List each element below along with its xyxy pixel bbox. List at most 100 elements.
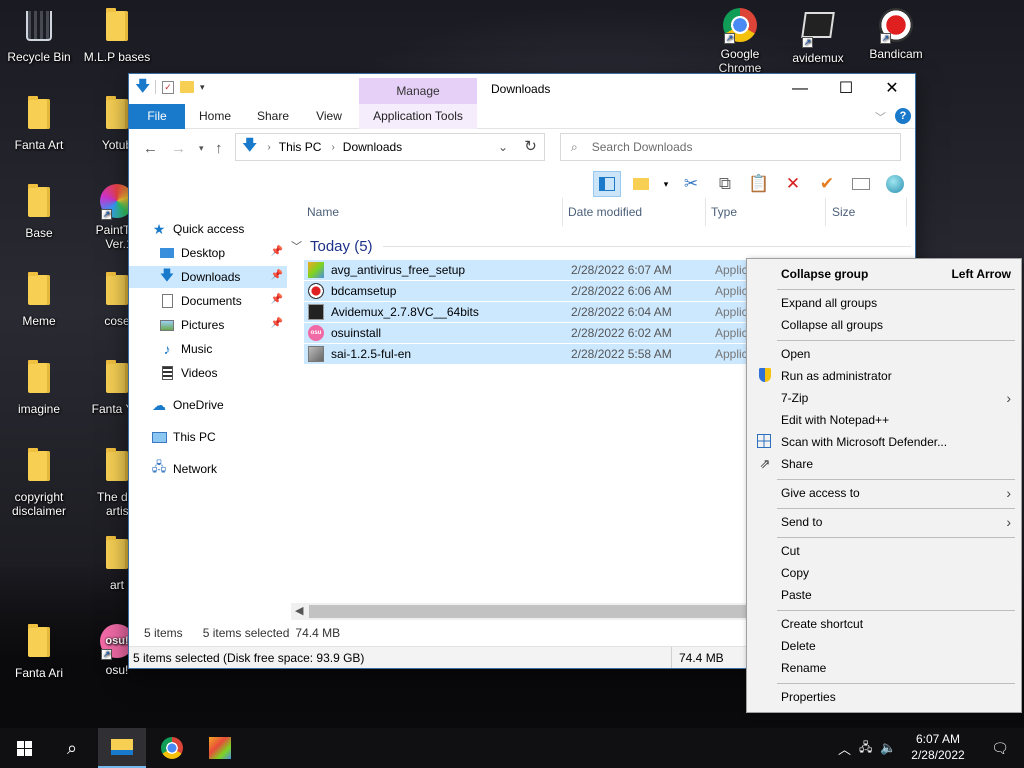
file-row[interactable]: avg_antivirus_free_setup 2/28/2022 6:07 … (304, 260, 749, 280)
desktop-icon-copyright-disclaimer[interactable]: copyright disclaimer (1, 448, 77, 518)
back-arrow-icon[interactable]: ← (143, 140, 158, 157)
column-header-size[interactable]: Size (832, 198, 907, 226)
search-input[interactable] (591, 140, 872, 154)
address-bar[interactable]: 🡇 › This PC › Downloads ⌄ (235, 133, 545, 161)
file-row[interactable]: bdcamsetup 2/28/2022 6:06 AM Applic (304, 281, 749, 301)
close-button[interactable]: ✕ (869, 74, 915, 104)
menu-item-collapse-all-groups[interactable]: Collapse all groups (747, 314, 1021, 336)
menu-item-delete[interactable]: Delete (747, 635, 1021, 657)
menu-item-edit-with-notepadpp[interactable]: Edit with Notepad++ (747, 409, 1021, 431)
desktop-icon-base[interactable]: Base (1, 184, 77, 240)
maximize-button[interactable]: ☐ (823, 74, 869, 104)
desktop-icon-imagine[interactable]: imagine (1, 360, 77, 416)
menu-item-scan-with-defender[interactable]: Scan with Microsoft Defender... (747, 431, 1021, 453)
desktop-icon-fanta-ari[interactable]: Fanta Ari (1, 624, 77, 680)
horizontal-scrollbar[interactable]: ◀ (291, 603, 749, 620)
customize-qat-icon[interactable]: ▾ (200, 80, 208, 94)
tab-manage[interactable]: Manage (359, 78, 477, 105)
breadcrumb-separator-icon: › (267, 141, 271, 153)
nav-music[interactable]: ♪ Music (129, 338, 287, 360)
new-folder-toolbar-icon[interactable] (627, 171, 655, 197)
desktop-icon-meme[interactable]: Meme (1, 272, 77, 328)
taskbar-clock[interactable]: 6:07 AM 2/28/2022 (898, 731, 978, 763)
scroll-thumb[interactable] (309, 605, 749, 618)
breadcrumb-downloads[interactable]: Downloads (343, 140, 402, 154)
search-button[interactable]: ⌕ (48, 728, 96, 768)
menu-item-share[interactable]: ⇗ Share (747, 453, 1021, 475)
desktop-icon-recycle-bin[interactable]: Recycle Bin (1, 8, 77, 64)
scroll-left-arrow-icon[interactable]: ◀ (295, 604, 303, 617)
recent-locations-chevron-icon[interactable]: ▾ (199, 143, 204, 154)
file-row[interactable]: osu osuinstall 2/28/2022 6:02 AM Applic (304, 323, 749, 343)
toolbar-dropdown-chevron-icon[interactable]: ▾ (661, 171, 671, 197)
tab-share[interactable]: Share (249, 104, 297, 129)
properties-panel-icon[interactable] (847, 171, 875, 197)
nav-pictures[interactable]: Pictures 📌 (129, 314, 287, 336)
network-icon[interactable]: 🖧 (859, 738, 872, 759)
properties-icon[interactable]: ✓ (162, 80, 174, 94)
address-dropdown-chevron-icon[interactable]: ⌄ (498, 140, 508, 154)
show-hidden-icons-chevron-icon[interactable]: ︿ (838, 739, 851, 758)
nav-documents[interactable]: Documents 📌 (129, 290, 287, 312)
expand-ribbon-chevron-icon[interactable]: ﹀ (875, 109, 886, 125)
notification-center-button[interactable]: 🗨 (976, 728, 1024, 768)
menu-item-open[interactable]: Open (747, 343, 1021, 365)
desktop-icon-avidemux[interactable]: ↗ avidemux (780, 8, 856, 65)
menu-item-send-to[interactable]: Send to › (747, 511, 1021, 533)
menu-item-run-as-administrator[interactable]: Run as administrator (747, 365, 1021, 387)
refresh-button[interactable]: ↻ (517, 133, 545, 161)
nav-onedrive[interactable]: ☁ OneDrive (129, 394, 287, 416)
minimize-button[interactable]: — (777, 74, 823, 104)
nav-downloads[interactable]: 🡇 Downloads 📌 (129, 266, 287, 288)
tab-view[interactable]: View (305, 104, 353, 129)
menu-item-cut[interactable]: Cut (747, 540, 1021, 562)
nav-this-pc[interactable]: This PC (129, 426, 287, 448)
tab-application-tools[interactable]: Application Tools (359, 104, 477, 129)
globe-icon[interactable] (881, 171, 909, 197)
file-row[interactable]: Avidemux_2.7.8VC__64bits 2/28/2022 6:04 … (304, 302, 749, 322)
preview-pane-icon[interactable] (593, 171, 621, 197)
menu-separator (777, 289, 1015, 290)
up-arrow-icon[interactable]: ↑ (215, 140, 223, 157)
nav-quick-access[interactable]: ★ Quick access (151, 218, 309, 240)
nav-network[interactable]: 🖧 Network (129, 458, 287, 480)
forward-arrow-icon[interactable]: → (171, 140, 186, 157)
volume-icon[interactable]: 🔈 (880, 740, 896, 756)
menu-item-rename[interactable]: Rename (747, 657, 1021, 679)
column-header-name[interactable]: Name (307, 198, 563, 226)
taskbar-avg[interactable] (196, 728, 244, 768)
menu-item-collapse-group[interactable]: Collapse group Left Arrow (747, 263, 1021, 285)
breadcrumb-this-pc[interactable]: This PC (279, 140, 322, 154)
group-header-today[interactable]: ﹀ Today (5) (291, 236, 911, 256)
desktop-icon-google-chrome[interactable]: ↗ Google Chrome (702, 8, 778, 75)
delete-x-icon[interactable]: ✕ (779, 171, 807, 197)
menu-item-give-access-to[interactable]: Give access to › (747, 482, 1021, 504)
desktop-icon-mlp-bases[interactable]: M.L.P bases (79, 8, 155, 64)
tab-file[interactable]: File (129, 104, 185, 129)
column-header-type[interactable]: Type (711, 198, 826, 226)
cut-icon[interactable]: ✂ (677, 171, 705, 197)
file-row[interactable]: sai-1.2.5-ful-en 2/28/2022 5:58 AM Appli… (304, 344, 749, 364)
start-button[interactable] (0, 728, 48, 768)
menu-item-expand-all-groups[interactable]: Expand all groups (747, 292, 1021, 314)
nav-desktop[interactable]: Desktop 📌 (129, 242, 287, 264)
rename-check-icon[interactable]: ✔ (813, 171, 841, 197)
taskbar-chrome[interactable] (148, 728, 196, 768)
column-header-date-modified[interactable]: Date modified (568, 198, 706, 226)
new-folder-icon[interactable] (180, 81, 194, 93)
menu-item-copy[interactable]: Copy (747, 562, 1021, 584)
nav-videos[interactable]: Videos (129, 362, 287, 384)
desktop-icon-fanta-art[interactable]: Fanta Art (1, 96, 77, 152)
desktop-icon-bandicam[interactable]: ↗ Bandicam (858, 8, 934, 61)
collapse-chevron-icon[interactable]: ﹀ (291, 238, 302, 254)
menu-item-7-zip[interactable]: 7-Zip › (747, 387, 1021, 409)
help-icon[interactable]: ? (895, 108, 911, 124)
search-box[interactable]: ⌕ (560, 133, 901, 161)
paste-icon[interactable]: 📋 (745, 171, 773, 197)
taskbar-file-explorer[interactable] (98, 728, 146, 768)
menu-item-paste[interactable]: Paste (747, 584, 1021, 606)
copy-icon[interactable]: ⧉ (711, 171, 739, 197)
menu-item-create-shortcut[interactable]: Create shortcut (747, 613, 1021, 635)
tab-home[interactable]: Home (191, 104, 239, 129)
menu-item-properties[interactable]: Properties (747, 686, 1021, 708)
